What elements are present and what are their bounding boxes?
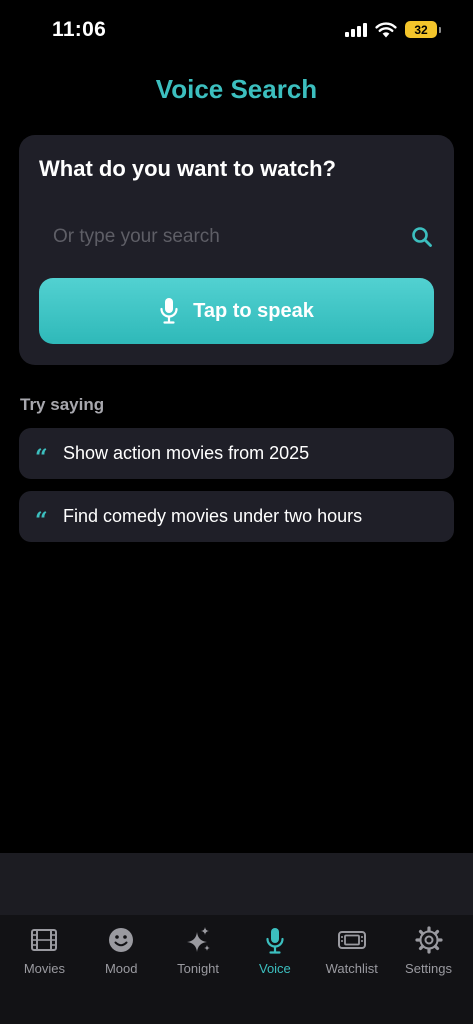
tab-label: Tonight [177, 961, 220, 976]
tab-voice[interactable]: Voice [239, 915, 311, 1024]
status-bar: 11:06 32 [0, 0, 473, 62]
tab-label: Voice [258, 961, 291, 976]
suggestion-text: Show action movies from 2025 [63, 443, 310, 463]
tab-watchlist[interactable]: Watchlist [316, 915, 388, 1024]
speak-label: Tap to speak [193, 299, 314, 322]
tap-to-speak-button[interactable]: Tap to speak [39, 278, 434, 344]
try-saying-label: Try saying [20, 395, 105, 414]
tab-movies[interactable]: Movies [8, 915, 80, 1024]
search-input[interactable] [39, 215, 434, 259]
search-row [39, 215, 434, 259]
battery-indicator: 32 [405, 21, 441, 38]
tab-label: Settings [405, 961, 453, 976]
ticket-icon [337, 931, 366, 949]
status-icons: 32 [345, 21, 441, 38]
tab-mood[interactable]: Mood [85, 915, 157, 1024]
tab-bar: Movies Mood Tonight Voice Watchlist Sett… [0, 915, 473, 1024]
card-heading: What do you want to watch? [39, 156, 336, 181]
microphone-icon [160, 298, 178, 324]
tab-label: Mood [104, 961, 138, 976]
suggestion-text: Find comedy movies under two hours [63, 506, 363, 526]
suggestion-item[interactable]: “ Show action movies from 2025 [19, 428, 454, 479]
quote-icon: “ [35, 444, 48, 471]
tab-settings[interactable]: Settings [393, 915, 465, 1024]
suggestion-item[interactable]: “ Find comedy movies under two hours [19, 491, 454, 542]
tab-label: Movies [23, 961, 65, 976]
quote-icon: “ [35, 507, 48, 534]
search-icon[interactable] [410, 225, 434, 249]
sparkle-icon [187, 927, 211, 952]
cellular-signal-icon [345, 22, 367, 37]
tab-label: Watchlist [325, 961, 378, 976]
microphone-icon [266, 928, 284, 954]
gear-icon [414, 926, 443, 954]
wifi-icon [375, 21, 397, 37]
page-title: Voice Search [155, 74, 318, 104]
search-card: What do you want to watch? Tap to speak [19, 135, 454, 365]
bottom-band [0, 853, 473, 915]
status-time: 11:06 [52, 18, 107, 41]
film-icon [31, 929, 58, 951]
smiley-icon [109, 928, 134, 952]
tab-tonight[interactable]: Tonight [162, 915, 234, 1024]
